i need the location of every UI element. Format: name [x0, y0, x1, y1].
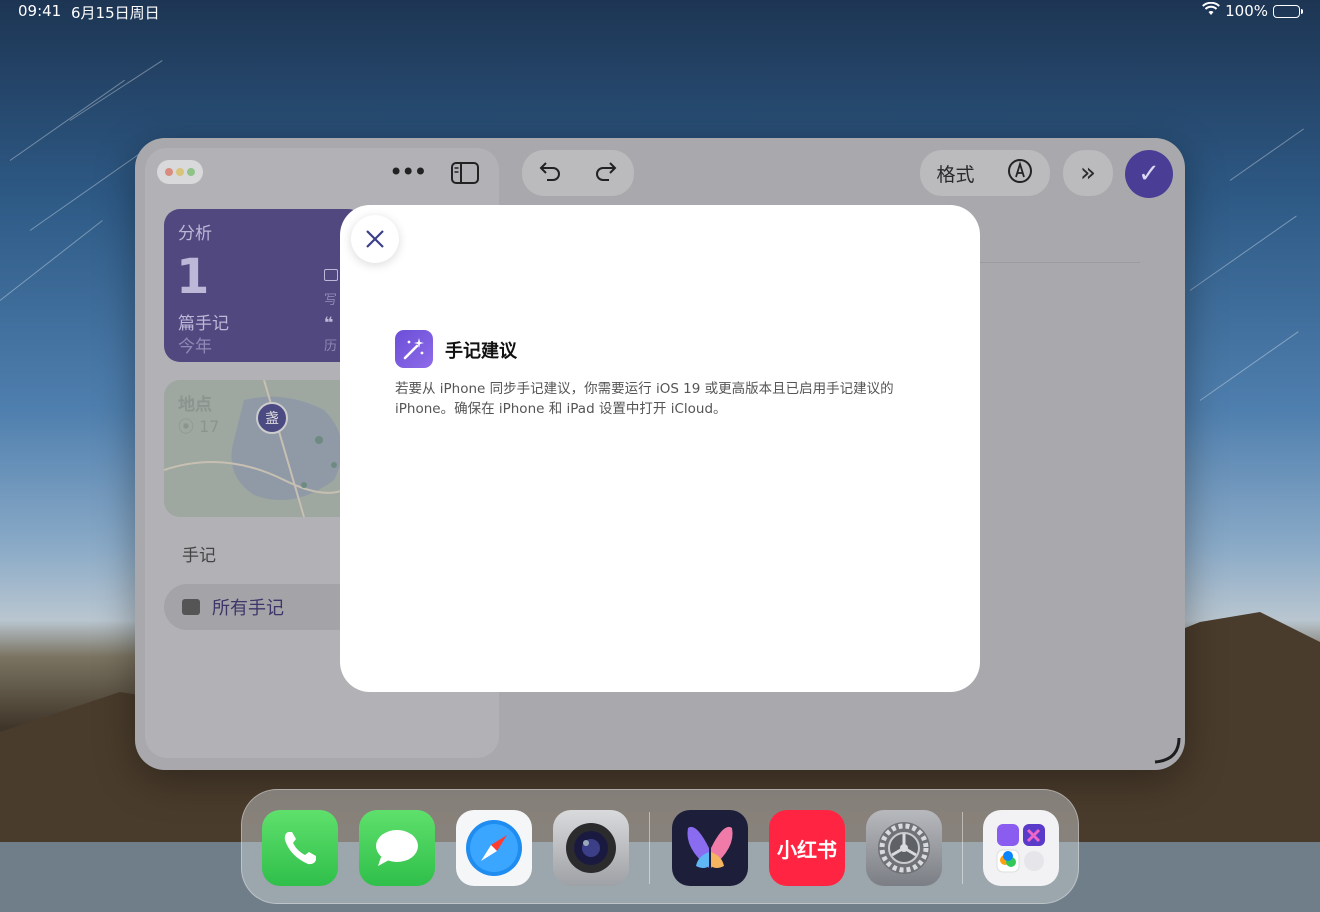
pin-icon: ⦿: [178, 417, 195, 436]
phone-icon: [284, 832, 316, 865]
close-icon: [366, 230, 384, 248]
dock-separator: [962, 812, 963, 884]
map-pin[interactable]: 盏: [256, 402, 288, 434]
camera-app[interactable]: [553, 810, 629, 886]
more-icon[interactable]: •••: [389, 158, 427, 186]
calendar-icon: [324, 269, 338, 281]
sidebar-toggle-icon[interactable]: [451, 162, 479, 190]
analysis-card[interactable]: 分析 1 篇手记 今年 写 ❝ 历: [164, 209, 364, 362]
messages-app[interactable]: [359, 810, 435, 886]
status-time: 09:41: [18, 2, 62, 20]
folder-app[interactable]: [983, 810, 1059, 886]
analysis-period: 今年: [178, 337, 212, 357]
places-title: 地点: [178, 395, 212, 415]
book-icon: [182, 599, 200, 615]
window-controls[interactable]: [157, 160, 203, 184]
butterfly-icon: [687, 826, 733, 868]
journal-app[interactable]: [672, 810, 748, 886]
analysis-unit: 篇手记: [178, 314, 229, 334]
places-card[interactable]: 地点 ⦿ 17 盏: [164, 380, 364, 517]
status-indicators: 100%: [1202, 1, 1303, 20]
status-date: 6月15日周日: [71, 4, 160, 22]
places-count-row: ⦿ 17: [178, 413, 219, 437]
sparkle-wand-icon: [395, 330, 433, 368]
journal-suggestions-sheet: 手记建议 若要从 iPhone 同步手记建议，你需要运行 iOS 19 或更高版…: [340, 205, 980, 692]
wifi-icon: [1202, 1, 1220, 20]
battery-icon: [1273, 4, 1303, 18]
places-count: 17: [199, 417, 220, 436]
sheet-description: 若要从 iPhone 同步手记建议，你需要运行 iOS 19 或更高版本且已启用…: [395, 381, 894, 417]
safari-app[interactable]: [456, 810, 532, 886]
message-bubble-icon: [376, 830, 418, 866]
section-notes-label: 手记: [182, 546, 216, 566]
analysis-title: 分析: [178, 224, 212, 244]
undo-redo-group: [522, 150, 634, 196]
all-notes-label: 所有手记: [212, 598, 284, 619]
done-button[interactable]: ✓: [1125, 150, 1173, 198]
quote-icon: ❝: [324, 313, 334, 332]
expand-icon[interactable]: »: [1063, 150, 1113, 196]
battery-percent: 100%: [1225, 2, 1268, 20]
format-group: 格式: [920, 150, 1050, 196]
dock: 小红书: [241, 789, 1079, 904]
analysis-count: 1: [176, 249, 210, 305]
compass-icon: [466, 820, 522, 876]
dock-separator: [649, 812, 650, 884]
close-button[interactable]: [351, 215, 399, 263]
settings-app[interactable]: [866, 810, 942, 886]
xiaohongshu-app[interactable]: 小红书: [769, 810, 845, 886]
redo-icon[interactable]: [594, 160, 618, 186]
resize-handle[interactable]: [1153, 736, 1181, 764]
camera-lens-icon: [566, 823, 616, 873]
phone-app[interactable]: [262, 810, 338, 886]
format-button[interactable]: 格式: [936, 160, 974, 187]
analysis-side-label-2: 历: [324, 339, 338, 354]
sidebar-item-all-notes[interactable]: 所有手记: [164, 584, 364, 630]
sheet-title: 手记建议: [445, 341, 517, 362]
markup-icon[interactable]: [1007, 158, 1033, 188]
analysis-side-label-1: 写: [324, 293, 338, 308]
status-bar: 09:41 6月15日周日 100%: [0, 0, 1320, 24]
divider: [980, 262, 1140, 263]
undo-icon[interactable]: [538, 160, 562, 186]
gear-icon: [878, 822, 930, 874]
app-folder-icon: [996, 824, 1045, 873]
